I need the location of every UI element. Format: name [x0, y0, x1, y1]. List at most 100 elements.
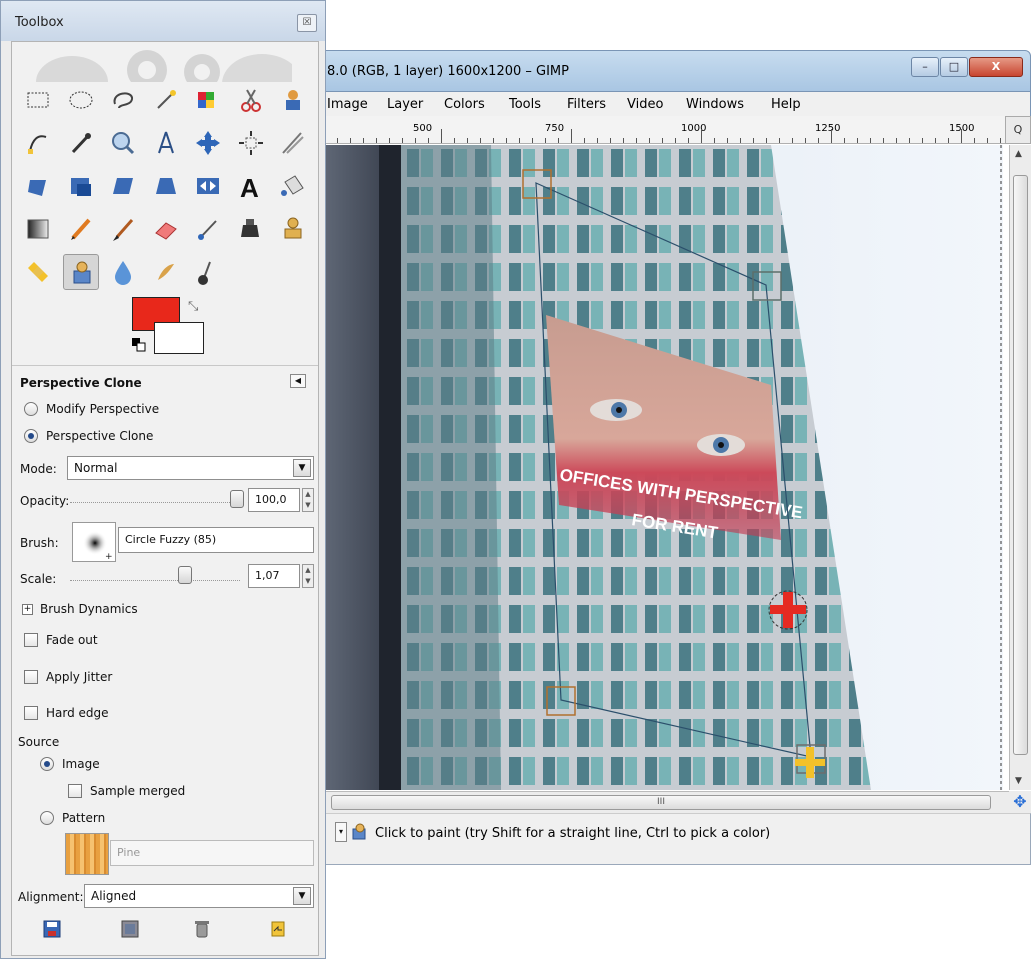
brush-preview[interactable]: + — [72, 522, 116, 562]
scroll-up-icon[interactable]: ▲ — [1015, 149, 1022, 159]
reset-options-icon[interactable] — [268, 919, 288, 939]
text-icon[interactable]: A — [233, 168, 269, 204]
image-window: 8.0 (RGB, 1 layer) 1600x1200 – GIMP – □ … — [300, 50, 1031, 865]
ruler-tick — [402, 138, 403, 143]
perspective-icon[interactable] — [148, 168, 184, 204]
align-icon[interactable] — [233, 125, 269, 161]
opacity-input[interactable]: 100,0 — [248, 488, 300, 512]
ink-icon[interactable] — [233, 211, 269, 247]
opacity-slider-track[interactable] — [70, 502, 230, 503]
brush-name-field[interactable]: Circle Fuzzy (85) — [118, 527, 314, 553]
zoom-icon[interactable] — [105, 125, 141, 161]
color-picker-icon[interactable] — [63, 125, 99, 161]
apply-jitter-checkbox[interactable] — [24, 670, 38, 684]
menu-windows[interactable]: Windows — [686, 97, 744, 112]
maximize-button[interactable]: □ — [940, 57, 968, 77]
alignment-select[interactable]: Aligned ▼ — [84, 884, 314, 908]
toolbox-titlebar[interactable]: Toolbox ☒ — [1, 1, 325, 41]
eraser-icon[interactable] — [148, 211, 184, 247]
measure-icon[interactable] — [148, 125, 184, 161]
brush-dynamics-expander[interactable]: Brush Dynamics — [40, 602, 138, 616]
heal-icon[interactable] — [20, 254, 56, 290]
opacity-label: Opacity: — [20, 494, 70, 508]
swap-colors-icon[interactable]: ⤡ — [188, 299, 198, 314]
menu-help[interactable]: Help — [771, 97, 801, 112]
restore-options-icon[interactable] — [120, 919, 140, 939]
image-window-titlebar[interactable]: 8.0 (RGB, 1 layer) 1600x1200 – GIMP – □ … — [300, 50, 1031, 92]
minimize-button[interactable]: – — [911, 57, 939, 77]
smudge-icon[interactable] — [148, 254, 184, 290]
vertical-scrollbar[interactable]: ▲ ▼ — [1009, 145, 1031, 790]
menu-filters[interactable]: Filters — [567, 97, 606, 112]
horizontal-ruler[interactable]: 500 750 1000 1250 1500 — [300, 116, 1005, 144]
scissors-icon[interactable] — [233, 82, 269, 118]
lasso-icon[interactable] — [105, 82, 141, 118]
perspective-clone-icon[interactable] — [62, 254, 99, 290]
menu-tools[interactable]: Tools — [509, 97, 541, 112]
menu-video[interactable]: Video — [627, 97, 663, 112]
foreground-select-icon[interactable] — [275, 82, 311, 118]
scroll-thumb[interactable]: III — [331, 795, 991, 810]
ruler-tick — [857, 138, 858, 143]
background-color-swatch[interactable] — [154, 322, 204, 354]
opacity-slider-knob[interactable] — [230, 490, 244, 508]
scroll-down-icon[interactable]: ▼ — [1015, 776, 1022, 786]
ruler-label: 1000 — [681, 123, 707, 134]
ruler-tick — [532, 138, 533, 143]
menu-colors[interactable]: Colors — [444, 97, 485, 112]
delete-options-icon[interactable] — [192, 919, 212, 939]
sample-merged-checkbox[interactable] — [68, 784, 82, 798]
opacity-spin-arrows-icon[interactable]: ▲ ▼ — [302, 488, 314, 512]
blend-icon[interactable] — [20, 211, 56, 247]
select-by-color-icon[interactable] — [190, 82, 226, 118]
pattern-preview[interactable] — [65, 833, 109, 875]
crop-knife-icon[interactable] — [275, 125, 311, 161]
scale-slider-knob[interactable] — [178, 566, 192, 584]
scroll-thumb[interactable] — [1013, 175, 1028, 755]
source-pattern-radio[interactable] — [40, 811, 54, 825]
modify-perspective-label: Modify Perspective — [46, 402, 160, 416]
toolbox-window: Toolbox ☒ A ⤡ Perspective Clone ◀ Modify… — [0, 0, 326, 959]
navigate-icon[interactable]: ✥ — [1009, 791, 1031, 813]
rotate-icon[interactable] — [20, 168, 56, 204]
scale-icon[interactable] — [63, 168, 99, 204]
dodge-burn-icon[interactable] — [190, 254, 226, 290]
horizontal-scrollbar[interactable]: III — [300, 791, 1009, 813]
scale-input[interactable]: 1,07 — [248, 564, 300, 588]
flip-icon[interactable] — [190, 168, 226, 204]
shear-icon[interactable] — [105, 168, 141, 204]
clone-icon[interactable] — [275, 211, 311, 247]
fade-out-checkbox[interactable] — [24, 633, 38, 647]
expand-icon[interactable]: + — [22, 604, 33, 615]
scale-spin-arrows-icon[interactable]: ▲ ▼ — [302, 564, 314, 588]
airbrush-icon[interactable] — [190, 211, 226, 247]
paintbrush-icon[interactable] — [105, 211, 141, 247]
menu-layer[interactable]: Layer — [387, 97, 423, 112]
mode-select[interactable]: Normal ▼ — [67, 456, 314, 480]
hard-edge-checkbox[interactable] — [24, 706, 38, 720]
move-icon[interactable] — [190, 125, 226, 161]
fuzzy-select-icon[interactable] — [148, 82, 184, 118]
reset-colors-icon[interactable] — [132, 338, 146, 352]
unit-dropdown[interactable]: ▾ — [335, 822, 347, 842]
ruler-tick — [870, 138, 871, 143]
menu-image[interactable]: Image — [327, 97, 368, 112]
paths-icon[interactable] — [20, 125, 56, 161]
bucket-fill-icon[interactable] — [275, 168, 311, 204]
image-canvas[interactable]: OFFICES WITH PERSPECTIVE FOR RENT — [300, 145, 1003, 790]
blur-icon[interactable] — [105, 254, 141, 290]
rect-select-icon[interactable] — [20, 82, 56, 118]
ruler-tick — [350, 138, 351, 143]
tool-options-menu-icon[interactable]: ◀ — [290, 374, 306, 388]
ruler-tick — [428, 138, 429, 143]
pencil-icon[interactable] — [63, 211, 99, 247]
perspective-clone-radio[interactable] — [24, 429, 38, 443]
modify-perspective-radio[interactable] — [24, 402, 38, 416]
toolbox-close-button[interactable]: ☒ — [297, 14, 317, 32]
scale-slider-track[interactable] — [70, 580, 240, 581]
source-image-radio[interactable] — [40, 757, 54, 771]
ellipse-select-icon[interactable] — [63, 82, 99, 118]
zoom-toggle-icon[interactable]: Q — [1005, 116, 1031, 144]
save-options-icon[interactable] — [42, 919, 62, 939]
close-button[interactable]: X — [969, 57, 1023, 77]
